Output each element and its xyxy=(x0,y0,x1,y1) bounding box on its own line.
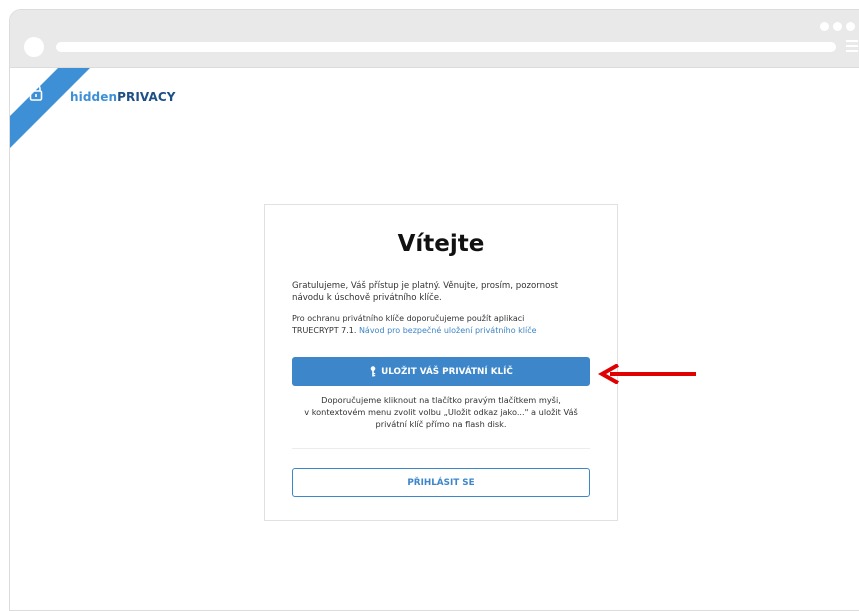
key-icon xyxy=(370,366,376,377)
save-instructions: Doporučujeme kliknout na tlačítko pravým… xyxy=(283,394,599,430)
guide-link[interactable]: Návod pro bezpečné uložení privátního kl… xyxy=(359,326,537,335)
window-dot xyxy=(846,22,855,31)
browser-window: hiddenPRIVACY Vítejte Gratulujeme, Váš p… xyxy=(9,9,859,611)
window-dot xyxy=(820,22,829,31)
note-line-3: privátní klíč přímo na flash disk. xyxy=(375,419,507,429)
intro-line-1: Gratulujeme, Váš přístup je platný. Věnu… xyxy=(292,281,559,291)
protect-line-1: Pro ochranu privátního klíče doporučujem… xyxy=(292,314,525,323)
protect-line-2: TRUECRYPT 7.1. xyxy=(292,326,359,335)
brand-name-part2: PRIVACY xyxy=(117,90,176,104)
arrow-left-icon xyxy=(598,364,696,384)
browser-button[interactable] xyxy=(24,37,44,57)
login-button[interactable]: PŘIHLÁSIT SE xyxy=(292,468,590,497)
save-button-label: ULOŽIT VÁŠ PRIVÁTNÍ KLÍČ xyxy=(381,366,513,377)
note-line-1: Doporučujeme kliknout na tlačítko pravým… xyxy=(321,395,561,405)
intro-line-2: návodu k úschově privátního klíče. xyxy=(292,293,442,303)
menu-icon[interactable] xyxy=(846,40,858,54)
note-line-2: v kontextovém menu zvolit volbu „Uložit … xyxy=(304,407,578,417)
address-bar[interactable] xyxy=(56,42,836,52)
divider xyxy=(292,448,590,449)
brand-name-part1: hidden xyxy=(70,90,118,104)
protection-text: Pro ochranu privátního klíče doporučujem… xyxy=(292,313,597,337)
brand-logo[interactable]: hiddenPRIVACY xyxy=(70,90,176,104)
window-dot xyxy=(833,22,842,31)
login-button-label: PŘIHLÁSIT SE xyxy=(407,477,475,488)
intro-text: Gratulujeme, Váš přístup je platný. Věnu… xyxy=(292,280,592,304)
page-content: hiddenPRIVACY Vítejte Gratulujeme, Váš p… xyxy=(10,68,859,610)
welcome-card: Vítejte Gratulujeme, Váš přístup je plat… xyxy=(264,204,618,521)
corner-ribbon xyxy=(10,68,90,148)
page-title: Vítejte xyxy=(397,231,485,257)
browser-chrome xyxy=(10,10,859,68)
save-private-key-button[interactable]: ULOŽIT VÁŠ PRIVÁTNÍ KLÍČ xyxy=(292,357,590,386)
